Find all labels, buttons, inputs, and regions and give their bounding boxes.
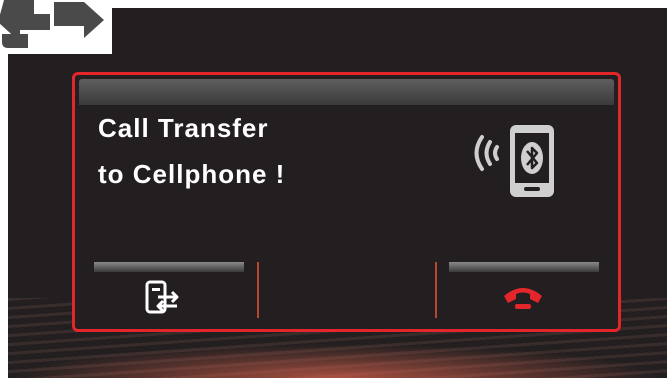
- softkey-bar: [449, 262, 599, 272]
- softkey-divider: [257, 262, 259, 318]
- transfer-to-phone-icon: [144, 280, 184, 321]
- softkey-divider: [435, 262, 437, 318]
- bluetooth-phone-icon: [468, 123, 568, 208]
- dialog-message: Call Transfer to Cellphone !: [98, 105, 285, 197]
- transfer-arrows-icon[interactable]: [0, 0, 112, 54]
- transfer-to-phone-button[interactable]: [94, 262, 244, 318]
- message-line-2: to Cellphone !: [98, 159, 286, 189]
- screen: Call Transfer to Cellphone !: [8, 8, 667, 378]
- dialog-titlebar: [79, 79, 614, 105]
- softkey-bar: [94, 262, 244, 272]
- call-transfer-dialog: Call Transfer to Cellphone !: [72, 72, 621, 332]
- end-call-icon: [501, 282, 545, 317]
- end-call-button[interactable]: [449, 262, 599, 318]
- message-line-1: Call Transfer: [98, 113, 269, 143]
